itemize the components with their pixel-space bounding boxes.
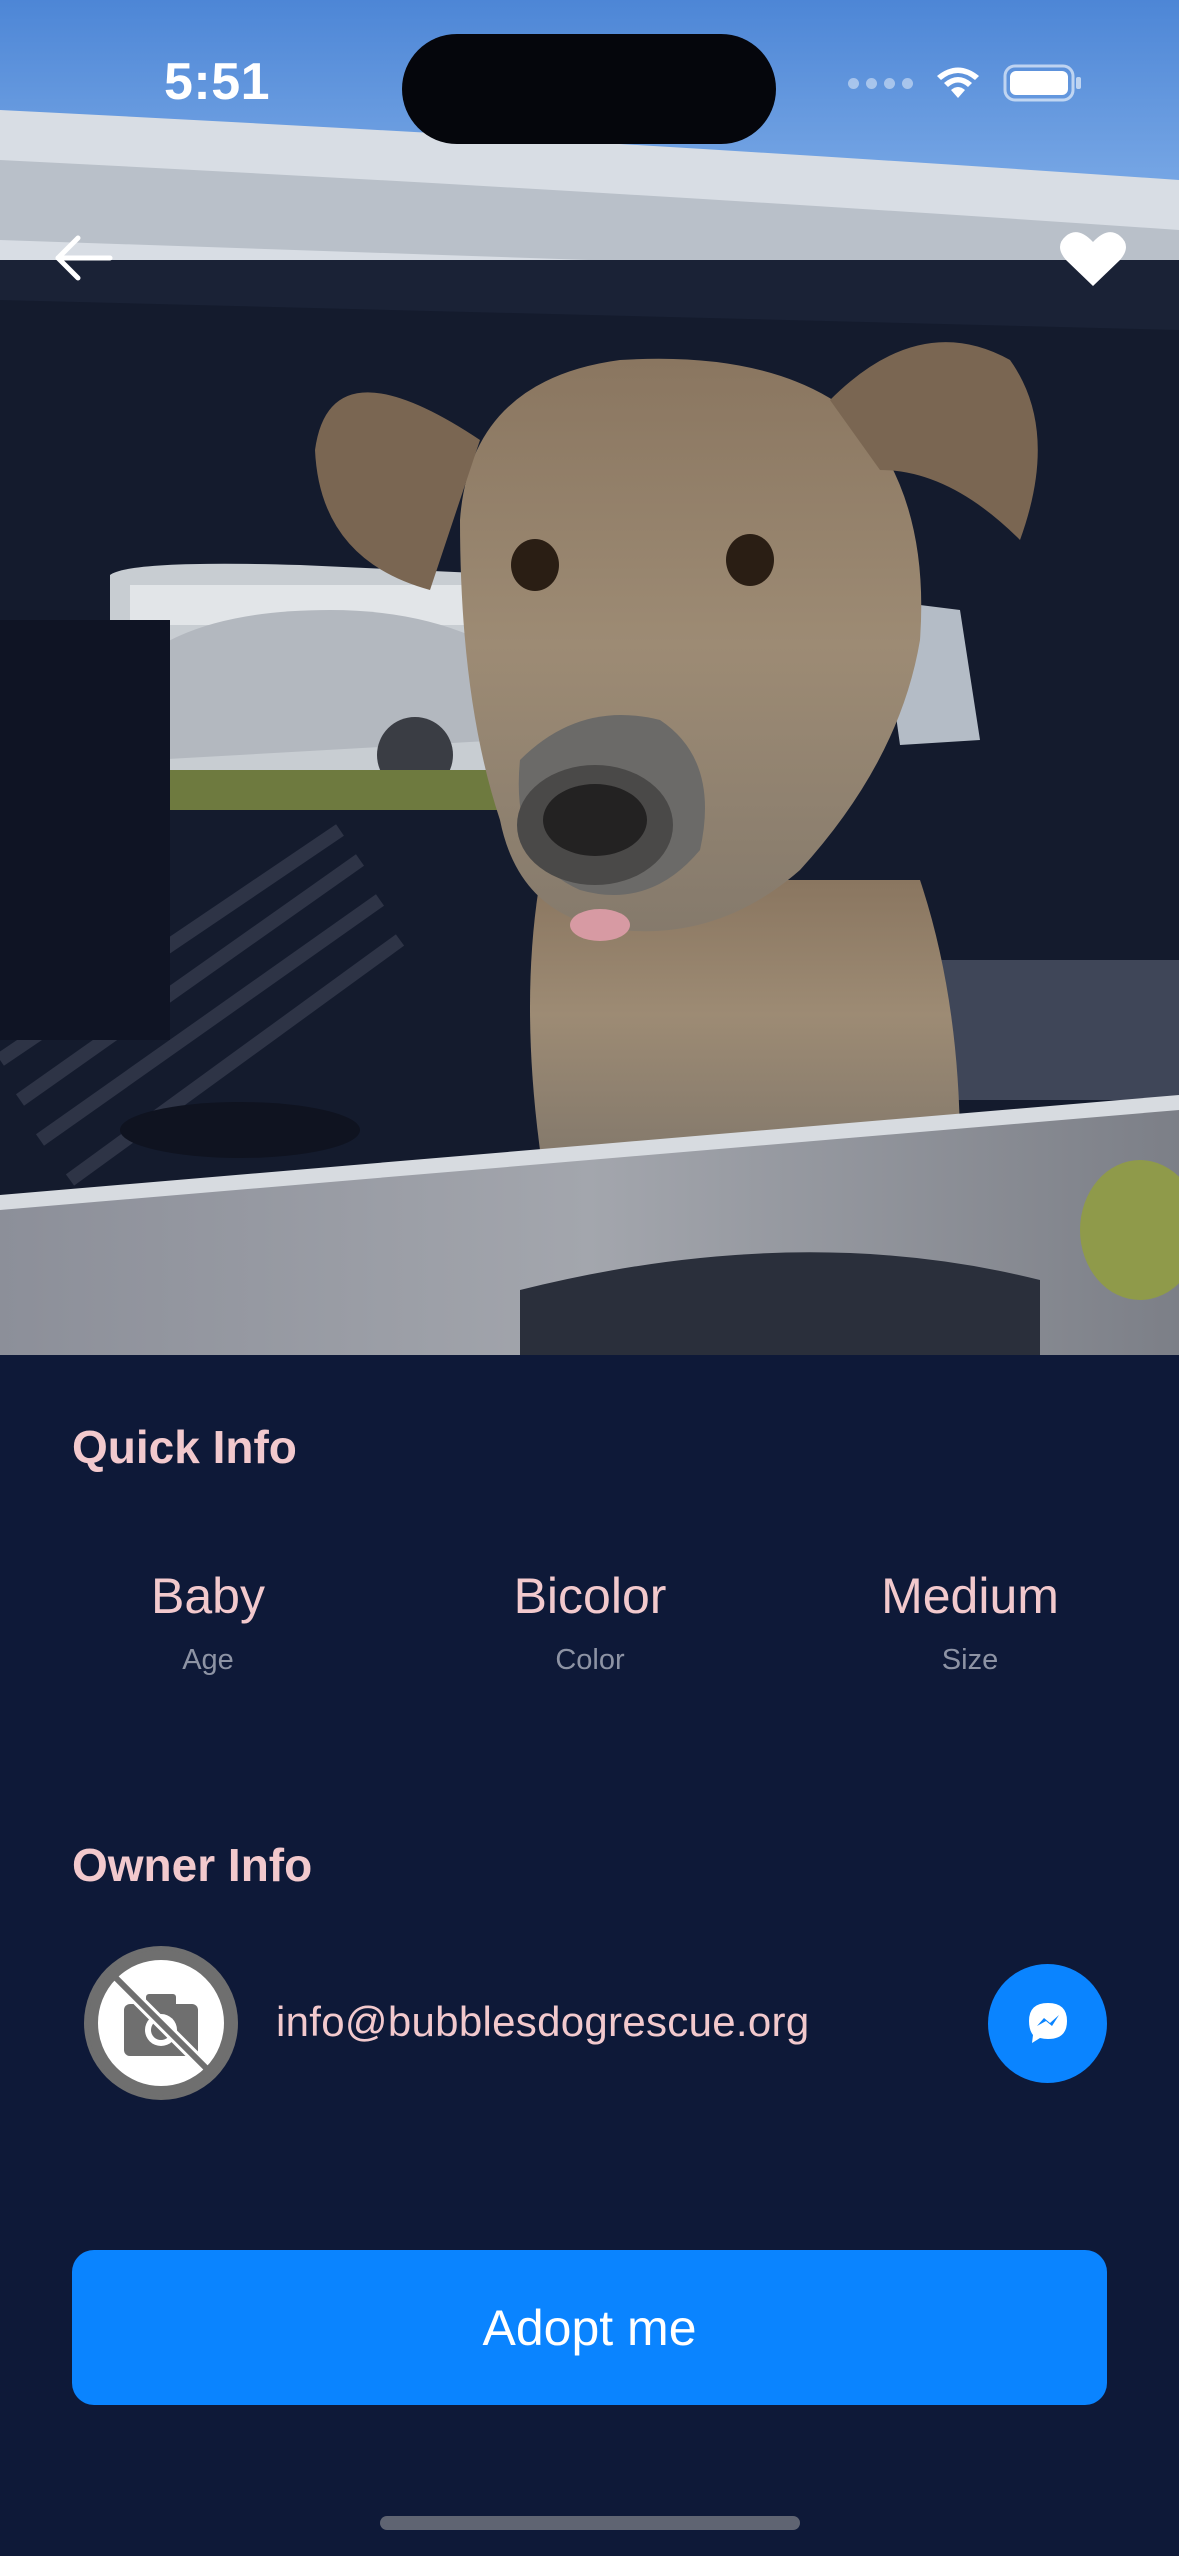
dynamic-island — [402, 34, 776, 144]
owner-avatar — [84, 1946, 238, 2100]
pet-photo — [0, 0, 1179, 1355]
age-value: Baby — [151, 1568, 265, 1624]
no-photo-camera-icon — [88, 1950, 234, 2096]
back-button[interactable] — [48, 222, 120, 294]
quick-info-grid: Baby Age Bicolor Color Medium Size — [0, 1560, 1179, 1690]
size-value: Medium — [881, 1568, 1059, 1624]
color-label: Color — [555, 1644, 625, 1676]
battery-icon — [1003, 64, 1081, 102]
adopt-button[interactable]: Adopt me — [72, 2250, 1107, 2405]
age-label: Age — [182, 1644, 234, 1676]
status-time: 5:51 — [164, 53, 271, 111]
status-icons — [848, 64, 1083, 102]
favorite-button[interactable] — [1060, 228, 1132, 294]
home-indicator[interactable] — [380, 2516, 800, 2530]
owner-info-title: Owner Info — [72, 1839, 313, 1891]
size-label: Size — [941, 1644, 999, 1676]
wifi-icon — [937, 67, 979, 98]
cellular-signal-icon — [848, 77, 913, 89]
quick-info-title: Quick Info — [72, 1421, 297, 1473]
message-owner-button[interactable] — [988, 1964, 1107, 2083]
messenger-icon — [1028, 2002, 1067, 2043]
quick-info-age: Baby Age — [28, 1560, 388, 1677]
dog-in-car-image — [0, 0, 1179, 1355]
color-value: Bicolor — [513, 1568, 667, 1624]
quick-info-size: Medium Size — [790, 1560, 1150, 1677]
heart-icon — [1060, 232, 1126, 286]
quick-info-color: Bicolor Color — [410, 1560, 770, 1677]
owner-email[interactable]: info@bubblesdogrescue.org — [276, 1998, 809, 2046]
arrow-left-icon — [55, 235, 113, 281]
